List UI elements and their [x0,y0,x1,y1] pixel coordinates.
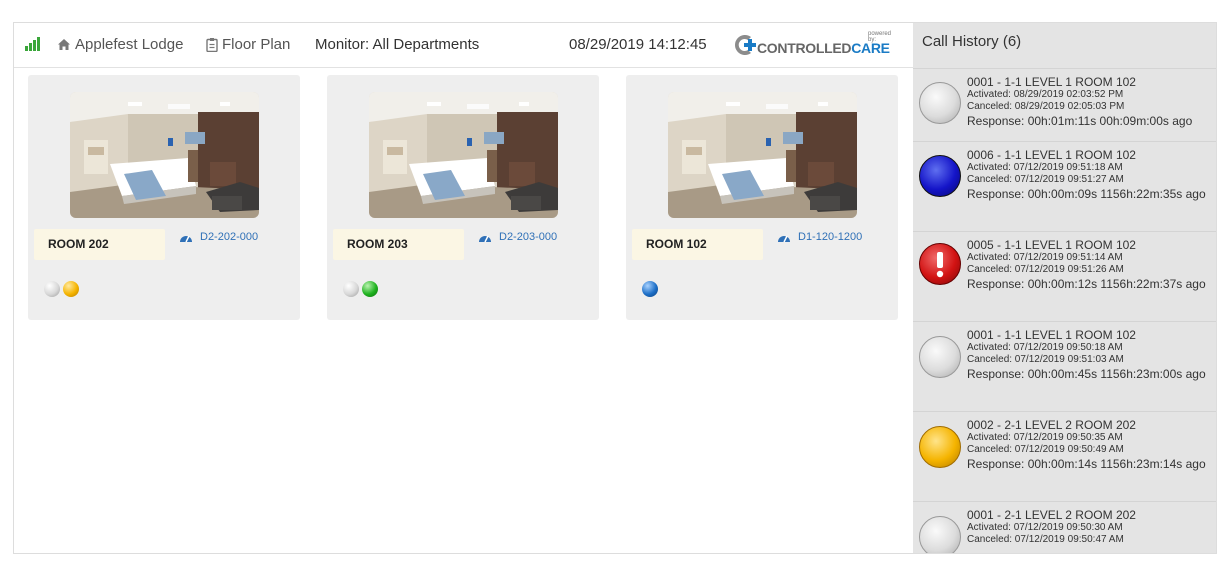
app-frame: Applefest Lodge Floor Plan Monitor: All … [13,22,1217,554]
history-item[interactable]: 0006 - 1-1 LEVEL 1 ROOM 102 Activated: 0… [913,141,1216,232]
status-dot-green [362,281,378,297]
history-activated: Activated: 07/12/2019 09:51:18 AM [967,162,1123,173]
history-item[interactable]: 0002 - 2-1 LEVEL 2 ROOM 202 Activated: 0… [913,411,1216,502]
call-history-title: Call History (6) [922,33,1022,50]
call-history-panel: Call History (6) 0001 - 1-1 LEVEL 1 ROOM… [913,23,1216,553]
yellow-circle-icon [919,426,961,468]
history-response: Response: 00h:00m:09s 1156h:22m:35s ago [967,187,1206,201]
history-title: 0006 - 1-1 LEVEL 1 ROOM 102 [967,148,1136,162]
history-canceled: Canceled: 07/12/2019 09:51:27 AM [967,174,1124,185]
facility-name: Applefest Lodge [75,36,184,53]
room-name: ROOM 102 [632,229,763,260]
history-item[interactable]: 0001 - 1-1 LEVEL 1 ROOM 102 Activated: 0… [913,321,1216,412]
room-card[interactable]: ROOM 203 D2-203-000 [327,75,599,320]
exclamation-icon [936,252,944,278]
history-activated: Activated: 07/12/2019 09:50:18 AM [967,342,1123,353]
home-icon [58,39,70,50]
history-response: Response: 00h:01m:11s 00h:09m:00s ago [967,114,1193,128]
device-link[interactable]: D2-202-000 [179,231,258,243]
logo-text-b: CARE [851,40,890,56]
device-link[interactable]: D2-203-000 [478,231,557,243]
top-bar: Applefest Lodge Floor Plan Monitor: All … [14,23,913,68]
room-photo [369,92,558,218]
history-canceled: Canceled: 07/12/2019 09:50:49 AM [967,444,1124,455]
history-activated: Activated: 07/12/2019 09:50:30 AM [967,522,1123,533]
history-item[interactable]: 0001 - 1-1 LEVEL 1 ROOM 102 Activated: 0… [913,68,1216,141]
logo-text-a: CONTROLLED [757,40,852,56]
status-dot-blue [642,281,658,297]
clipboard-icon [206,38,218,52]
gauge-icon [180,235,192,242]
device-link[interactable]: D1-120-1200 [777,231,862,243]
room-photo [70,92,259,218]
history-title: 0001 - 1-1 LEVEL 1 ROOM 102 [967,328,1136,342]
history-response: Response: 00h:00m:45s 1156h:23m:00s ago [967,367,1206,381]
room-name: ROOM 202 [34,229,165,260]
device-id: D2-203-000 [499,231,558,243]
history-title: 0005 - 1-1 LEVEL 1 ROOM 102 [967,238,1136,252]
history-title: 0002 - 2-1 LEVEL 2 ROOM 202 [967,418,1136,432]
history-response: Response: 00h:00m:12s 1156h:22m:37s ago [967,277,1206,291]
history-item[interactable]: 0001 - 2-1 LEVEL 2 ROOM 202 Activated: 0… [913,501,1216,553]
logo-mark-icon [735,35,756,55]
room-name: ROOM 203 [333,229,464,260]
history-activated: Activated: 07/12/2019 09:51:14 AM [967,252,1123,263]
gauge-icon [778,235,790,242]
status-dot-gray [343,281,359,297]
gray-circle-icon [919,516,961,553]
room-photo [668,92,857,218]
history-canceled: Canceled: 07/12/2019 09:50:47 AM [967,534,1124,545]
facility-link[interactable]: Applefest Lodge [57,36,183,53]
monitor-department-label[interactable]: Monitor: All Departments [315,36,479,53]
history-response: Response: 00h:00m:14s 1156h:23m:14s ago [967,457,1206,471]
history-canceled: Canceled: 07/12/2019 09:51:26 AM [967,264,1124,275]
history-activated: Activated: 07/12/2019 09:50:35 AM [967,432,1123,443]
signal-icon [25,37,40,51]
device-id: D2-202-000 [200,231,259,243]
room-card[interactable]: ROOM 102 D1-120-1200 [626,75,898,320]
history-canceled: Canceled: 07/12/2019 09:51:03 AM [967,354,1124,365]
floor-plan-link[interactable]: Floor Plan [206,36,290,53]
floor-plan-label: Floor Plan [222,36,291,53]
blue-circle-icon [919,155,961,197]
status-dot-yellow [63,281,79,297]
device-id: D1-120-1200 [798,231,863,243]
logo-text: CONTROLLEDCARE [757,40,890,56]
history-activated: Activated: 08/29/2019 02:03:52 PM [967,89,1124,100]
monitor-panel: Applefest Lodge Floor Plan Monitor: All … [14,23,913,553]
gauge-icon [479,235,491,242]
history-item[interactable]: 0005 - 1-1 LEVEL 1 ROOM 102 Activated: 0… [913,231,1216,322]
gray-circle-icon [919,82,961,124]
history-canceled: Canceled: 08/29/2019 02:05:03 PM [967,101,1125,112]
red-alert-icon [919,243,961,285]
room-card[interactable]: ROOM 202 D2-202-000 [28,75,300,320]
controlled-care-logo: powered by: CONTROLLEDCARE [731,31,891,59]
current-datetime: 08/29/2019 14:12:45 [569,36,707,53]
history-title: 0001 - 1-1 LEVEL 1 ROOM 102 [967,75,1136,89]
history-title: 0001 - 2-1 LEVEL 2 ROOM 202 [967,508,1136,522]
status-dot-gray [44,281,60,297]
gray-circle-icon [919,336,961,378]
